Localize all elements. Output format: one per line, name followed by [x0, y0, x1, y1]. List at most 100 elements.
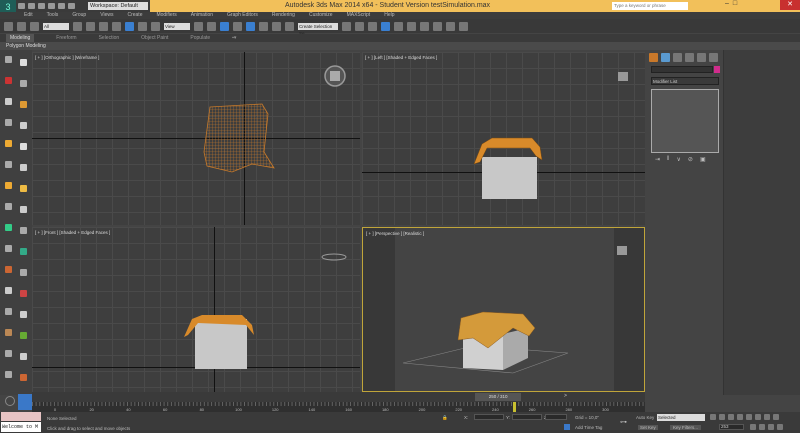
graphite-ribbon-icon[interactable] [381, 21, 390, 31]
manipulate-icon[interactable] [207, 21, 216, 31]
ribbon-tool-icon[interactable] [20, 185, 27, 192]
selection-filter-dropdown[interactable]: All [43, 22, 69, 30]
spinner-snap-icon[interactable] [272, 21, 281, 31]
ribbon-tool-icon[interactable] [20, 311, 27, 318]
reference-coord-dropdown[interactable]: View [164, 22, 190, 30]
viewport-orthographic[interactable]: [ + ] [Orthographic ] [Wireframe ] [32, 52, 360, 225]
previous-frame-icon[interactable] [719, 414, 725, 420]
tab-modeling[interactable]: Modeling [6, 34, 35, 42]
ribbon-tool-icon[interactable] [5, 119, 12, 126]
object-name-input[interactable] [651, 66, 713, 73]
zoom-icon[interactable] [755, 414, 761, 420]
named-selection-dropdown[interactable]: Create Selection Se [298, 22, 338, 36]
object-color-swatch[interactable] [714, 66, 720, 73]
ribbon-tool-icon[interactable] [5, 161, 12, 168]
ribbon-tool-icon[interactable] [5, 329, 12, 336]
angle-snap-icon[interactable] [246, 21, 255, 31]
lock-selection-icon[interactable]: 🔒 [442, 415, 448, 421]
ribbon-tool-icon[interactable] [5, 245, 12, 252]
keyboard-shortcut-icon[interactable] [220, 21, 229, 31]
bind-spacewarp-icon[interactable] [30, 21, 39, 31]
open-icon[interactable] [28, 3, 35, 9]
ribbon-tool-icon[interactable] [5, 77, 12, 84]
workspace-dropdown[interactable]: Workspace: Default [88, 2, 148, 10]
percent-snap-icon[interactable] [259, 21, 268, 31]
x-coordinate-field[interactable] [474, 414, 504, 420]
tab-populate[interactable]: Populate [190, 34, 210, 42]
menu-graph-editors[interactable]: Graph Editors [227, 12, 258, 19]
close-button[interactable]: ✕ [780, 0, 800, 10]
set-key-button[interactable]: Set Key [638, 425, 658, 430]
configure-sets-icon[interactable]: ▣ [700, 156, 706, 163]
ribbon-tool-icon[interactable] [20, 122, 27, 129]
viewport-layout-icon[interactable] [5, 396, 15, 406]
ribbon-tool-icon[interactable] [5, 140, 12, 147]
select-object-icon[interactable] [73, 21, 82, 31]
ribbon-tool-icon[interactable] [20, 101, 27, 108]
viewport-left[interactable]: [ + ] [Left ] [Shaded + Edged Faces ] [362, 52, 645, 225]
time-slider-knob[interactable]: 250 / 310 [475, 393, 522, 401]
edit-named-selection-icon[interactable] [285, 21, 294, 31]
tab-object-paint[interactable]: Object Paint [141, 34, 168, 42]
ribbon-tool-icon[interactable] [5, 350, 12, 357]
ribbon-tool-icon[interactable] [5, 224, 12, 231]
project-icon[interactable] [68, 3, 75, 9]
menu-views[interactable]: Views [100, 12, 113, 19]
link-icon[interactable] [4, 21, 13, 31]
ribbon-tool-icon[interactable] [5, 308, 12, 315]
unlink-icon[interactable] [17, 21, 26, 31]
key-icon[interactable]: ⊶ [620, 418, 627, 426]
ribbon-tool-icon[interactable] [20, 206, 27, 213]
utilities-tab-icon[interactable] [709, 53, 718, 62]
render-setup-icon[interactable] [433, 21, 442, 31]
minimize-button[interactable]: – [725, 0, 729, 10]
move-icon[interactable] [125, 21, 134, 31]
ribbon-tool-icon[interactable] [5, 98, 12, 105]
ribbon-tool-icon[interactable] [5, 266, 12, 273]
layer-icon[interactable] [368, 21, 377, 31]
hierarchy-tab-icon[interactable] [673, 53, 682, 62]
ribbon-tool-icon[interactable] [20, 353, 27, 360]
ribbon-tool-icon[interactable] [20, 290, 27, 297]
rect-selection-icon[interactable] [99, 21, 108, 31]
display-tab-icon[interactable] [697, 53, 706, 62]
ribbon-tool-icon[interactable] [20, 269, 27, 276]
maxscript-output[interactable]: Welcome to M [1, 422, 41, 432]
maximize-button[interactable]: □ [733, 0, 737, 10]
new-icon[interactable] [18, 3, 25, 9]
modifier-stack[interactable] [651, 89, 719, 153]
undo-icon[interactable] [48, 3, 55, 9]
go-to-start-icon[interactable] [710, 414, 716, 420]
material-editor-icon[interactable] [420, 21, 429, 31]
mirror-icon[interactable] [342, 21, 351, 31]
track-bar[interactable]: 0 20 40 60 80 100 120 140 160 180 200 220 240 260 280 3… [32, 402, 645, 412]
curve-editor-icon[interactable] [394, 21, 403, 31]
scale-icon[interactable] [151, 21, 160, 31]
save-icon[interactable] [38, 3, 45, 9]
key-filters-button[interactable]: Key Filters... [670, 425, 702, 430]
make-unique-icon[interactable]: ∨ [677, 156, 681, 163]
ribbon-tool-icon[interactable] [5, 287, 12, 294]
ribbon-tool-icon[interactable] [20, 164, 27, 171]
menu-help[interactable]: Help [384, 12, 394, 19]
schematic-view-icon[interactable] [407, 21, 416, 31]
y-coordinate-field[interactable] [512, 414, 542, 420]
time-tag-icon[interactable] [564, 424, 570, 430]
select-by-name-icon[interactable] [86, 21, 95, 31]
next-frame-icon[interactable] [737, 414, 743, 420]
menu-customize[interactable]: Customize [309, 12, 333, 19]
align-icon[interactable] [355, 21, 364, 31]
add-time-tag-button[interactable]: Add Time Tag [575, 425, 602, 430]
ribbon-options-icon[interactable]: ▪▾ [232, 34, 236, 42]
pivot-icon[interactable] [194, 21, 203, 31]
menu-animation[interactable]: Animation [191, 12, 213, 19]
redo-icon[interactable] [58, 3, 65, 9]
ribbon-tool-icon[interactable] [5, 371, 12, 378]
ribbon-tool-icon[interactable] [20, 332, 27, 339]
search-input[interactable] [612, 2, 688, 10]
rotate-icon[interactable] [138, 21, 147, 31]
rendered-frame-icon[interactable] [446, 21, 455, 31]
zoom-all-icon[interactable] [764, 414, 770, 420]
auto-key-button[interactable]: Auto Key [636, 415, 654, 420]
tab-freeform[interactable]: Freeform [56, 34, 76, 42]
